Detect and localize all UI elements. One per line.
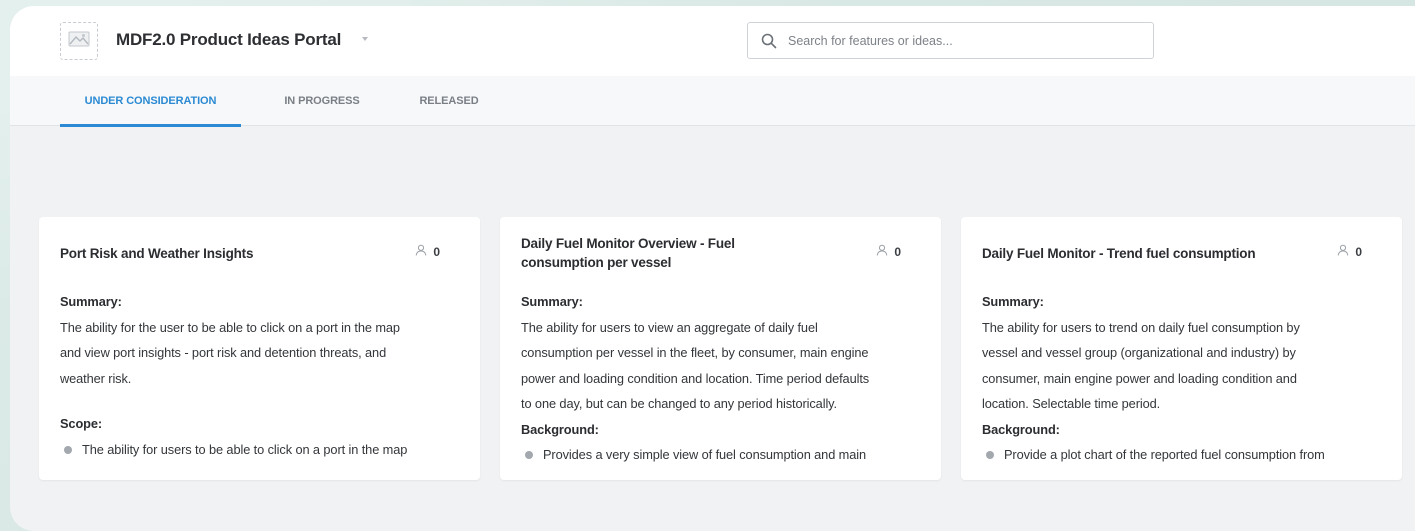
portal-logo-placeholder[interactable] <box>60 22 98 60</box>
idea-description: Summary: The ability for users to view a… <box>521 289 926 468</box>
tab-in-progress[interactable]: IN PROGRESS <box>272 76 372 126</box>
search-input[interactable] <box>788 33 1148 48</box>
summary-line: The ability for users to trend on daily … <box>982 319 1300 335</box>
background-heading: Background: <box>982 421 1060 437</box>
bullet-text: Provide a plot chart of the reported fue… <box>1004 447 1325 462</box>
summary-heading: Summary: <box>521 294 583 309</box>
summary-line: The ability for the user to be able to c… <box>60 319 400 335</box>
summary-line: consumer, main engine power and loading … <box>982 370 1297 386</box>
tab-released[interactable]: RELEASED <box>407 76 491 126</box>
idea-description: Summary: The ability for users to trend … <box>982 289 1387 468</box>
background-heading: Background: <box>521 421 599 437</box>
idea-card[interactable]: Port Risk and Weather Insights 0 Summary… <box>39 217 480 480</box>
user-icon <box>415 244 427 259</box>
summary-line: to one day, but can be changed to any pe… <box>521 396 837 411</box>
vote-count-value: 0 <box>894 244 901 259</box>
summary-line: weather risk. <box>60 370 132 386</box>
idea-title[interactable]: Daily Fuel Monitor - Trend fuel consumpt… <box>982 244 1302 263</box>
scope-heading: Scope: <box>60 416 103 431</box>
summary-line: and view port insights - port risk and d… <box>60 345 387 360</box>
idea-description: Summary: The ability for the user to be … <box>60 289 465 462</box>
idea-title[interactable]: Daily Fuel Monitor Overview - Fuel consu… <box>521 234 806 272</box>
bullet-item: The ability for users to be able to clic… <box>60 437 465 463</box>
idea-card[interactable]: Daily Fuel Monitor - Trend fuel consumpt… <box>961 217 1402 480</box>
bullet-text: The ability for users to be able to clic… <box>82 441 408 457</box>
summary-line: The ability for users to view an aggrega… <box>521 319 818 335</box>
status-tabs: UNDER CONSIDERATION IN PROGRESS RELEASED <box>10 76 1415 127</box>
bullet-dot <box>64 445 72 454</box>
summary-line: consumption per vessel in the fleet, by … <box>521 345 869 360</box>
idea-card[interactable]: Daily Fuel Monitor Overview - Fuel consu… <box>500 217 941 480</box>
summary-line: power and loading condition and location… <box>521 370 870 386</box>
search-icon <box>760 32 778 50</box>
portal-title[interactable]: MDF2.0 Product Ideas Portal <box>116 30 341 50</box>
vote-count-value: 0 <box>433 244 440 259</box>
vote-count-value: 0 <box>1355 244 1362 259</box>
bullet-item: Provides a very simple view of fuel cons… <box>521 442 926 468</box>
vote-count[interactable]: 0 <box>876 244 901 259</box>
bullet-dot <box>525 451 533 459</box>
user-icon <box>876 244 888 259</box>
vote-count[interactable]: 0 <box>1337 244 1362 259</box>
summary-line: location. Selectable time period. <box>982 396 1161 411</box>
caret-down-icon[interactable] <box>362 37 368 41</box>
tab-under-consideration[interactable]: UNDER CONSIDERATION <box>60 76 241 127</box>
bullet-text: Provides a very simple view of fuel cons… <box>543 447 867 462</box>
top-bar: MDF2.0 Product Ideas Portal <box>10 6 1415 76</box>
image-icon <box>68 31 90 52</box>
user-icon <box>1337 244 1349 259</box>
summary-heading: Summary: <box>982 294 1044 309</box>
bullet-item: Provide a plot chart of the reported fue… <box>982 442 1387 468</box>
summary-line: vessel and vessel group (organizational … <box>982 345 1296 360</box>
summary-heading: Summary: <box>60 294 122 309</box>
portal-window: MDF2.0 Product Ideas Portal UNDER CONSID… <box>10 6 1415 531</box>
search-box[interactable] <box>747 22 1154 59</box>
bullet-dot <box>986 451 994 459</box>
vote-count[interactable]: 0 <box>415 244 440 259</box>
idea-title[interactable]: Port Risk and Weather Insights <box>60 244 360 263</box>
